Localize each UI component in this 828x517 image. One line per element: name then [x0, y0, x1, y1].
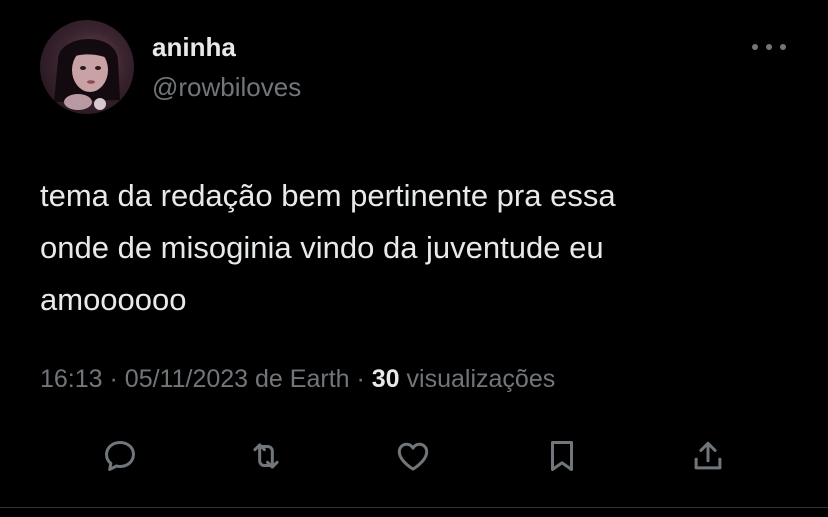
- like-button[interactable]: [391, 434, 435, 478]
- retweet-icon: [253, 443, 279, 469]
- tweet-source: de Earth: [255, 365, 350, 393]
- meta-separator: ·: [356, 365, 365, 393]
- reply-icon: [105, 441, 135, 471]
- more-dot: [780, 44, 786, 50]
- bookmark-button[interactable]: [540, 434, 584, 478]
- action-bar: [0, 434, 828, 478]
- tweet-time[interactable]: 16:13: [40, 365, 103, 393]
- avatar-photo: [54, 38, 120, 110]
- like-icon: [397, 442, 429, 471]
- more-options-icon[interactable]: [752, 36, 786, 58]
- display-name[interactable]: aninha: [152, 32, 236, 63]
- tweet-card: aninha @rowbiloves tema da redação bem p…: [0, 0, 828, 517]
- tweet-meta: 16:13 · 05/11/2023 de Earth · 30 visuali…: [40, 365, 555, 394]
- views-label[interactable]: visualizações: [407, 365, 556, 393]
- views-count[interactable]: 30: [372, 365, 400, 393]
- more-dot: [752, 44, 758, 50]
- more-dot: [766, 44, 772, 50]
- share-button[interactable]: [686, 434, 730, 478]
- share-icon: [694, 441, 722, 470]
- tweet-date[interactable]: 05/11/2023: [125, 365, 248, 393]
- tweet-text: tema da redação bem pertinente pra essa …: [40, 178, 616, 317]
- divider: [0, 507, 828, 508]
- reply-button[interactable]: [98, 434, 142, 478]
- user-handle[interactable]: @rowbiloves: [152, 72, 301, 103]
- avatar[interactable]: [40, 20, 134, 114]
- bookmark-icon: [550, 441, 574, 471]
- meta-separator: ·: [109, 365, 118, 393]
- retweet-button[interactable]: [244, 434, 288, 478]
